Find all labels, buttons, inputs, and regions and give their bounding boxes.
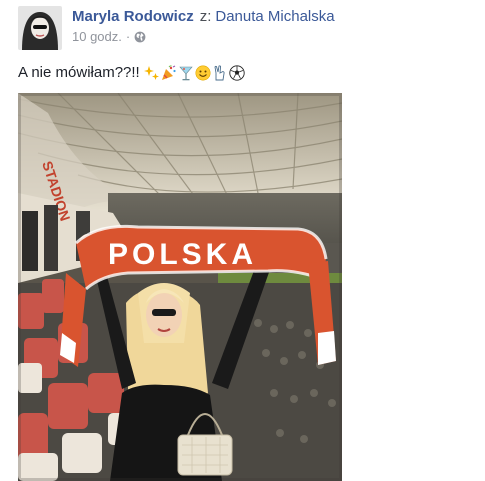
meta-dot: · xyxy=(125,29,131,44)
party-popper-icon xyxy=(161,64,177,81)
cocktail-glass-icon xyxy=(178,65,194,81)
sparkles-icon xyxy=(143,65,160,81)
author-name[interactable]: Maryla Rodowicz xyxy=(72,8,194,25)
post-text: A nie mówiłam??!! xyxy=(18,64,140,81)
tagged-user-link[interactable]: Danuta Michalska xyxy=(215,8,334,25)
smiling-face-icon xyxy=(195,65,211,81)
scarf-text: POLSKA xyxy=(108,238,257,271)
post-message: A nie mówiłam??!! xyxy=(18,64,245,81)
soccer-ball-icon xyxy=(229,64,245,81)
post-photo[interactable]: STADION POLSKA xyxy=(18,93,342,481)
post-meta: 10 godz. · xyxy=(72,29,146,44)
facebook-post: Maryla Rodowicz z: Danuta Michalska 10 god… xyxy=(0,0,485,481)
with-separator: z: xyxy=(199,8,212,25)
victory-hand-icon xyxy=(212,64,228,81)
post-header: Maryla Rodowicz z: Danuta Michalska xyxy=(72,8,335,25)
author-avatar[interactable] xyxy=(18,6,62,50)
post-timestamp[interactable]: 10 godz. xyxy=(72,29,122,44)
globe-icon[interactable] xyxy=(134,31,146,43)
emoji-row xyxy=(143,64,245,81)
